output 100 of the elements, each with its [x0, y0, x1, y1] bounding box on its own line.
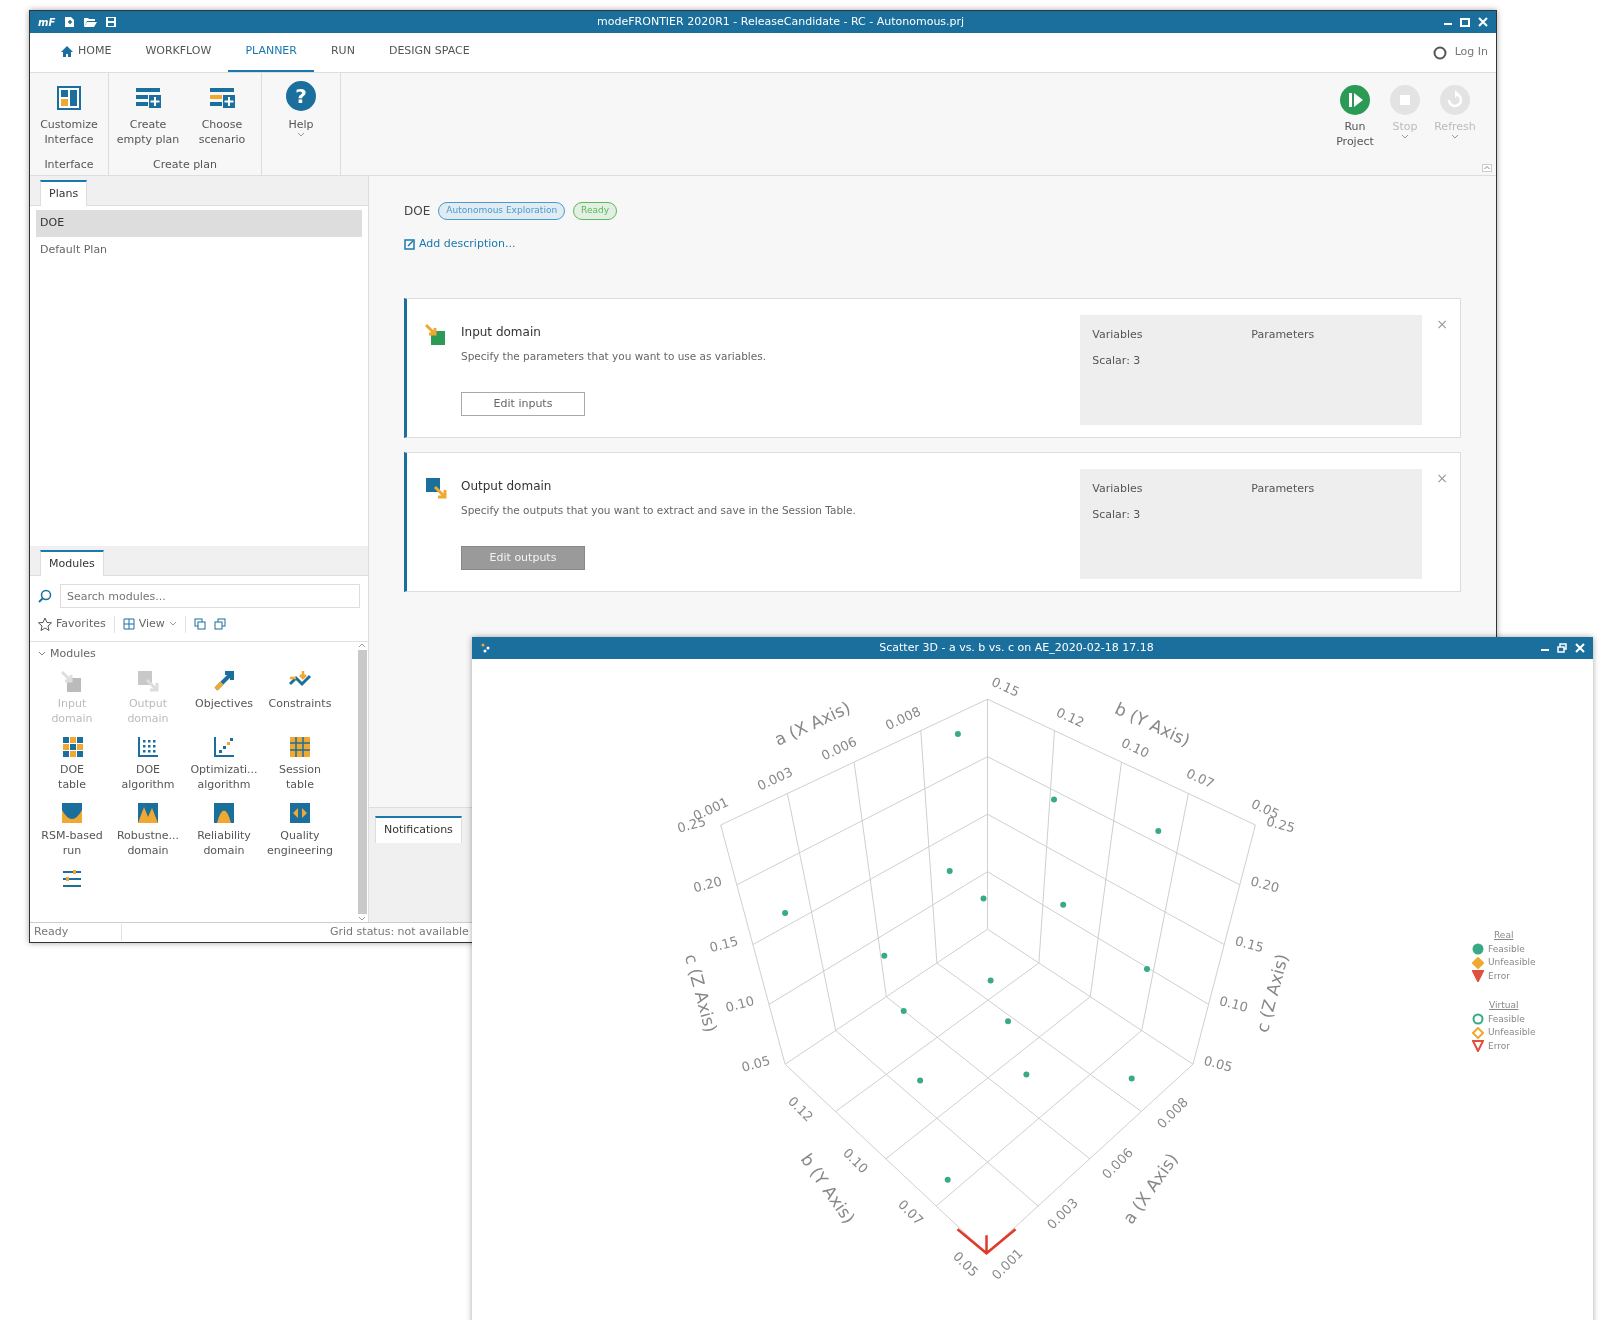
ribbon-tab[interactable]: RUN [313, 33, 372, 72]
legend-label: Feasible [1488, 942, 1525, 956]
scatter-icon [480, 642, 492, 654]
legend-label: Error [1488, 1039, 1510, 1053]
window-title: Scatter 3D - a vs. b vs. c on AE_2020-02-18 17.18 [878, 639, 1155, 656]
panel-tab[interactable]: Modules [40, 549, 104, 576]
layout-icon [57, 86, 81, 110]
panel-tab[interactable]: Plans [40, 179, 88, 206]
column-header: Parameters [1251, 326, 1316, 343]
scrollbar-thumb[interactable] [357, 649, 367, 914]
card-description: Specify the outputs that you want to extract and save in the Session Table. [461, 502, 857, 518]
ribbon-button[interactable]: ? Help [266, 79, 336, 173]
search-icon [38, 589, 52, 603]
ribbon-tab[interactable]: WORKFLOW [128, 33, 229, 72]
module-item[interactable]: Session table [262, 736, 338, 792]
dot-grid-icon [137, 736, 159, 758]
module-item[interactable]: RSM-based run [34, 802, 110, 858]
tick-label: 0.008 [882, 703, 923, 733]
summary-value: Scalar: 3 [1092, 353, 1142, 369]
module-item[interactable]: Quality engineering [262, 802, 338, 858]
copy-icon[interactable] [213, 618, 226, 631]
legend-label: Unfeasible [1488, 956, 1536, 969]
grid-status: Grid status: not available [329, 924, 470, 941]
column-header: Variables [1092, 326, 1144, 343]
stop-icon [1390, 85, 1420, 115]
minimize-icon [1541, 649, 1549, 651]
add-description-link[interactable]: Add description... [404, 236, 516, 253]
save-icon [105, 16, 118, 28]
module-item[interactable]: Robustne... domain [110, 802, 186, 858]
legend-title: Virtual [1488, 999, 1520, 1012]
tick-label: 0.05 [1202, 1052, 1235, 1075]
ribbon-button[interactable]: Run Project [1330, 81, 1380, 175]
edit-icon [404, 238, 415, 250]
run-icon [1340, 85, 1370, 115]
legend-label: Error [1488, 969, 1510, 983]
minimize-icon [1444, 23, 1452, 25]
caret-icon [168, 621, 177, 628]
grid-icon [61, 736, 83, 758]
status-badge: Autonomous Exploration [438, 202, 566, 220]
module-item[interactable]: Constraints [262, 670, 338, 726]
tick-label: 0.20 [691, 873, 724, 896]
status-text: Ready [30, 924, 122, 941]
ribbon-tab[interactable]: DESIGN SPACE [371, 33, 487, 72]
tick-label: 0.10 [1217, 993, 1250, 1016]
card-title: Input domain [461, 323, 542, 341]
module-item[interactable]: Optimizati... algorithm [186, 736, 262, 792]
circle-icon [1432, 45, 1447, 60]
collapse-icon [1482, 164, 1492, 172]
copy-icon[interactable] [193, 618, 206, 630]
output-domain-icon [425, 476, 447, 499]
tick-label: 0.10 [1119, 735, 1152, 761]
ribbon-tab[interactable]: HOME [44, 33, 129, 72]
group-label: Interface [43, 156, 95, 173]
module-item[interactable]: DOE algorithm [110, 736, 186, 792]
close-icon [1478, 17, 1488, 27]
card-title: Output domain [461, 477, 553, 495]
legend-title: Real [1493, 929, 1515, 942]
table-icon [289, 736, 311, 758]
view-dropdown[interactable]: View [113, 616, 177, 633]
plan-item[interactable]: DOE [36, 210, 362, 237]
bell-curve-icon [213, 802, 235, 824]
search-field[interactable]: Search modules... [60, 584, 360, 608]
module-item[interactable]: Reliability domain [186, 802, 262, 858]
module-item[interactable]: Objectives [186, 670, 262, 726]
tick-label: 0.12 [1054, 704, 1087, 731]
table-plus-icon [135, 86, 161, 110]
arrow-icon [213, 670, 235, 692]
panel-tab[interactable]: Notifications [375, 816, 462, 843]
ribbon-button[interactable]: Customize Interface [34, 79, 104, 157]
status-badge: Ready [573, 202, 618, 220]
column-header: Variables [1092, 480, 1144, 497]
scroll-up-icon [358, 641, 366, 648]
summary-value: Scalar: 3 [1092, 507, 1142, 523]
ribbon-button[interactable]: Choose scenario [187, 79, 257, 157]
grid-icon [122, 618, 135, 631]
login-link[interactable]: Log In [1432, 33, 1496, 72]
tick-label: 0.15 [989, 674, 1022, 700]
app-logo: mF [38, 15, 56, 30]
tick-label: 0.05 [740, 1052, 772, 1075]
section-header[interactable]: Modules [30, 641, 356, 666]
peaks-icon [137, 802, 159, 824]
module-item[interactable]: DOE table [34, 736, 110, 792]
scatter-icon [213, 736, 235, 758]
maximize-icon [1460, 17, 1470, 27]
arrows-icon [289, 802, 311, 824]
sliders-icon[interactable] [61, 868, 83, 890]
tick-label: 0.10 [723, 993, 756, 1016]
output-domain-icon [137, 670, 159, 692]
card-description: Specify the parameters that you want to use as variables. [461, 348, 767, 364]
input-domain-icon [61, 670, 83, 692]
ribbon-button[interactable]: Create empty plan [113, 79, 183, 157]
favorites-button[interactable]: Favorites [38, 616, 106, 633]
home-icon [61, 46, 73, 57]
refresh-icon [1440, 85, 1470, 115]
edit-button[interactable]: Edit inputs [461, 392, 585, 417]
plan-item[interactable]: Default Plan [36, 236, 362, 263]
new-file-icon [63, 16, 76, 28]
folder-icon [83, 16, 98, 28]
plan-name: DOE [404, 203, 431, 220]
legend-label: Unfeasible [1488, 1026, 1536, 1039]
